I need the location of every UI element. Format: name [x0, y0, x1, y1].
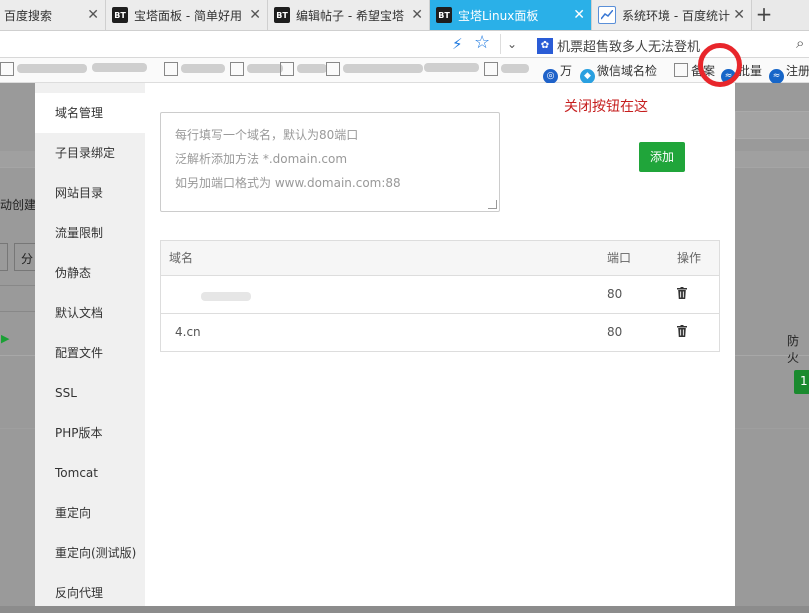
port-cell: 80	[607, 325, 623, 339]
browser-tab-2[interactable]: BT 宝塔面板 - 简单好用 ✕	[106, 0, 268, 30]
tab-title: 编辑帖子 - 希望宝塔	[296, 8, 404, 23]
column-header-port: 端口	[607, 251, 632, 265]
sidebar-item-config-file[interactable]: 配置文件	[35, 333, 145, 373]
browser-tab-1[interactable]: 百度搜索 ✕	[0, 0, 106, 30]
annotation-label: 关闭按钮在这	[564, 99, 648, 115]
bookmark-blurred-5[interactable]	[280, 62, 327, 77]
bg-text-fragment: 1	[800, 374, 808, 388]
bg-text-fragment: 动创建	[0, 198, 37, 212]
chevron-down-icon[interactable]: ⌄	[500, 34, 523, 54]
sidebar-item-default-document[interactable]: 默认文档	[35, 293, 145, 333]
browser-tab-3[interactable]: BT 编辑帖子 - 希望宝塔 ✕	[268, 0, 430, 30]
sidebar-item-reverse-proxy[interactable]: 反向代理	[35, 573, 145, 613]
tab-title: 宝塔面板 - 简单好用	[134, 8, 242, 23]
redacted-domain	[201, 292, 251, 301]
sidebar-item-traffic-limit[interactable]: 流量限制	[35, 213, 145, 253]
bookmarks-bar: ◎ 万 ◆ 微信域名检 备案 ≈ 批量 ≈ 注册	[0, 58, 809, 84]
sidebar-item-site-directory[interactable]: 网站目录	[35, 173, 145, 213]
domain-cell: 4.cn	[175, 325, 201, 339]
sidebar-item-subdirectory-binding[interactable]: 子目录绑定	[35, 133, 145, 173]
add-domain-button[interactable]: 添加	[639, 142, 685, 172]
bookmark-blurred-7[interactable]	[424, 62, 479, 76]
wave-icon: ≈	[769, 69, 784, 84]
tab-title: 系统环境 - 百度统计	[622, 8, 730, 23]
lightning-icon[interactable]: ⚡	[452, 35, 463, 53]
page-icon	[230, 62, 244, 76]
bookmark-blurred-6[interactable]	[326, 62, 423, 77]
sidebar-item-tomcat[interactable]: Tomcat	[35, 453, 145, 493]
table-header-row: 域名 端口 操作	[161, 241, 719, 275]
search-icon[interactable]: ⌕	[796, 34, 804, 52]
placeholder-line: 每行填写一个域名，默认为80端口	[175, 128, 359, 142]
globe-icon: ◎	[543, 69, 558, 84]
browser-tab-bar: 百度搜索 ✕ BT 宝塔面板 - 简单好用 ✕ BT 编辑帖子 - 希望宝塔 ✕…	[0, 0, 809, 31]
sidebar-item-domain-management[interactable]: 域名管理	[35, 93, 145, 133]
page-icon	[326, 62, 340, 76]
port-cell: 80	[607, 287, 623, 301]
sidebar-item-ssl[interactable]: SSL	[35, 373, 145, 413]
page-icon	[0, 62, 14, 76]
page-icon	[280, 62, 294, 76]
trash-icon[interactable]	[677, 325, 687, 337]
page-icon	[674, 63, 688, 77]
domain-table: 域名 端口 操作 80 4.cn 80	[160, 240, 720, 352]
bg-text-fragment: 防火	[787, 334, 800, 365]
page-icon	[164, 62, 178, 76]
resize-handle[interactable]	[488, 200, 497, 209]
trash-icon[interactable]	[677, 287, 687, 299]
annotation-circle	[698, 43, 742, 87]
column-header-action: 操作	[677, 251, 702, 265]
bookmark-blurred-4[interactable]	[230, 62, 283, 77]
star-icon[interactable]: ☆	[474, 32, 490, 53]
new-tab-button[interactable]: +	[752, 3, 776, 27]
browser-tab-active[interactable]: BT 宝塔Linux面板 ✕	[430, 0, 592, 30]
tab-title: 宝塔Linux面板	[458, 8, 539, 23]
play-icon: ▶	[1, 332, 10, 345]
bt-logo-icon: BT	[436, 7, 452, 23]
table-row: 4.cn 80	[161, 313, 719, 351]
sidebar-item-redirect[interactable]: 重定向	[35, 493, 145, 533]
shield-icon: ◆	[580, 69, 595, 84]
browser-tab-5[interactable]: 系统环境 - 百度统计 ✕	[592, 0, 752, 30]
sidebar-item-redirect-beta[interactable]: 重定向(测试版)	[35, 533, 145, 573]
bg-text-fragment: 分	[21, 252, 34, 266]
bt-logo-icon: BT	[274, 7, 290, 23]
domain-textarea[interactable]: 每行填写一个域名，默认为80端口 泛解析添加方法 *.domain.com 如另…	[160, 112, 500, 212]
placeholder-line: 如另加端口格式为 www.domain.com:88	[175, 176, 401, 190]
page-icon	[484, 62, 498, 76]
close-icon[interactable]: ✕	[411, 7, 423, 23]
bookmark-blurred-3[interactable]	[164, 62, 225, 77]
bookmark-wan[interactable]: ◎ 万	[543, 62, 572, 84]
chart-icon	[598, 6, 616, 24]
close-icon[interactable]: ✕	[87, 7, 99, 23]
bt-logo-icon: BT	[112, 7, 128, 23]
bookmark-blurred-1[interactable]	[0, 62, 87, 77]
sidebar-item-php-version[interactable]: PHP版本	[35, 413, 145, 453]
bookmark-blurred-8[interactable]	[484, 62, 529, 77]
placeholder-line: 泛解析添加方法 *.domain.com	[175, 152, 348, 166]
news-text: 机票超售致多人无法登机	[557, 40, 701, 55]
bookmark-wechat-domain[interactable]: ◆ 微信域名检	[580, 62, 657, 84]
column-header-domain: 域名	[169, 251, 194, 265]
close-icon[interactable]: ✕	[249, 7, 261, 23]
close-icon[interactable]: ✕	[733, 7, 745, 23]
settings-sidebar: 域名管理 子目录绑定 网站目录 流量限制 伪静态 默认文档 配置文件 SSL P…	[35, 83, 145, 606]
table-row: 80	[161, 275, 719, 313]
close-icon[interactable]: ✕	[573, 7, 585, 23]
address-bar[interactable]: ⚡ ☆ ⌄ ✿ 机票超售致多人无法登机 ⌕	[0, 31, 809, 58]
paw-icon: ✿	[537, 37, 553, 54]
sidebar-item-rewrite[interactable]: 伪静态	[35, 253, 145, 293]
bookmark-register[interactable]: ≈ 注册	[769, 62, 809, 84]
bookmark-blurred-2[interactable]	[92, 62, 147, 76]
news-ticker[interactable]: ✿ 机票超售致多人无法登机	[537, 36, 700, 55]
